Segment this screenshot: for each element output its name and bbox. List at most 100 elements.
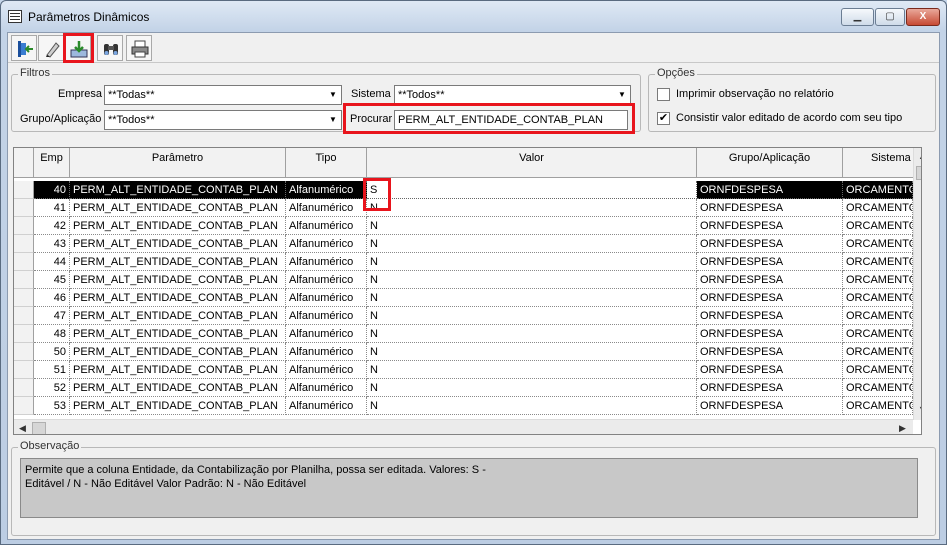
cell-tipo[interactable]: Alfanumérico <box>286 325 367 343</box>
cell-emp[interactable]: 50 <box>34 343 70 361</box>
cell-emp[interactable]: 45 <box>34 271 70 289</box>
cell-grupo-aplicacao[interactable]: ORNFDESPESA <box>697 235 843 253</box>
close-button[interactable]: X <box>906 8 940 26</box>
row-indicator[interactable] <box>14 307 34 325</box>
cell-sistema[interactable]: ORCAMENTO <box>843 397 913 415</box>
row-indicator[interactable] <box>14 397 34 415</box>
cell-sistema[interactable]: ORCAMENTO <box>843 343 913 361</box>
cell-valor[interactable]: N <box>367 379 697 397</box>
cell-valor[interactable]: S <box>367 181 697 199</box>
chevron-down-icon[interactable]: ▼ <box>326 112 340 128</box>
cell-parametro[interactable]: PERM_ALT_ENTIDADE_CONTAB_PLAN <box>70 307 286 325</box>
column-header-valor[interactable]: Valor <box>367 148 697 178</box>
row-indicator[interactable] <box>14 289 34 307</box>
cell-parametro[interactable]: PERM_ALT_ENTIDADE_CONTAB_PLAN <box>70 253 286 271</box>
cell-sistema[interactable]: ORCAMENTO <box>843 289 913 307</box>
cell-parametro[interactable]: PERM_ALT_ENTIDADE_CONTAB_PLAN <box>70 325 286 343</box>
cell-tipo[interactable]: Alfanumérico <box>286 379 367 397</box>
row-indicator[interactable] <box>14 253 34 271</box>
cell-grupo-aplicacao[interactable]: ORNFDESPESA <box>697 289 843 307</box>
row-indicator[interactable] <box>14 379 34 397</box>
cell-tipo[interactable]: Alfanumérico <box>286 253 367 271</box>
cell-tipo[interactable]: Alfanumérico <box>286 271 367 289</box>
table-row[interactable]: 52 PERM_ALT_ENTIDADE_CONTAB_PLAN Alfanumér… <box>14 379 913 397</box>
cell-emp[interactable]: 47 <box>34 307 70 325</box>
cell-sistema[interactable]: ORCAMENTO <box>843 271 913 289</box>
edit-button[interactable] <box>38 35 64 61</box>
cell-parametro[interactable]: PERM_ALT_ENTIDADE_CONTAB_PLAN <box>70 235 286 253</box>
cell-valor[interactable]: N <box>367 289 697 307</box>
table-row[interactable]: 41 PERM_ALT_ENTIDADE_CONTAB_PLAN Alfanumér… <box>14 199 913 217</box>
cell-grupo-aplicacao[interactable]: ORNFDESPESA <box>697 307 843 325</box>
column-header-emp[interactable]: Emp <box>34 148 70 178</box>
cell-valor[interactable]: N <box>367 199 697 217</box>
cell-grupo-aplicacao[interactable]: ORNFDESPESA <box>697 253 843 271</box>
cell-sistema[interactable]: ORCAMENTO <box>843 379 913 397</box>
cell-grupo-aplicacao[interactable]: ORNFDESPESA <box>697 199 843 217</box>
cell-grupo-aplicacao[interactable]: ORNFDESPESA <box>697 343 843 361</box>
cell-grupo-aplicacao[interactable]: ORNFDESPESA <box>697 271 843 289</box>
cell-valor[interactable]: N <box>367 325 697 343</box>
cell-parametro[interactable]: PERM_ALT_ENTIDADE_CONTAB_PLAN <box>70 217 286 235</box>
cell-sistema[interactable]: ORCAMENTO <box>843 325 913 343</box>
cell-valor[interactable]: N <box>367 253 697 271</box>
table-row[interactable]: 53 PERM_ALT_ENTIDADE_CONTAB_PLAN Alfanumér… <box>14 397 913 415</box>
cell-sistema[interactable]: ORCAMENTO <box>843 199 913 217</box>
search-button[interactable] <box>97 35 123 61</box>
cell-tipo[interactable]: Alfanumérico <box>286 181 367 199</box>
cell-valor[interactable]: N <box>367 397 697 415</box>
empresa-select[interactable]: **Todas** ▼ <box>104 85 342 105</box>
scroll-up-icon[interactable]: ▲ <box>914 148 921 165</box>
cell-parametro[interactable]: PERM_ALT_ENTIDADE_CONTAB_PLAN <box>70 181 286 199</box>
table-row[interactable]: 43 PERM_ALT_ENTIDADE_CONTAB_PLAN Alfanumér… <box>14 235 913 253</box>
exit-button[interactable] <box>11 35 37 61</box>
row-indicator[interactable] <box>14 361 34 379</box>
horizontal-scrollbar[interactable]: ◀ ▶ <box>14 419 913 434</box>
cell-sistema[interactable]: ORCAMENTO <box>843 217 913 235</box>
cell-tipo[interactable]: Alfanumérico <box>286 235 367 253</box>
column-header-tipo[interactable]: Tipo <box>286 148 367 178</box>
table-row[interactable]: 48 PERM_ALT_ENTIDADE_CONTAB_PLAN Alfanumér… <box>14 325 913 343</box>
cell-valor[interactable]: N <box>367 271 697 289</box>
cell-emp[interactable]: 51 <box>34 361 70 379</box>
consistir-valor-checkbox[interactable]: ✔ <box>657 112 670 125</box>
cell-emp[interactable]: 43 <box>34 235 70 253</box>
title-bar[interactable]: Parâmetros Dinâmicos ▁ ▢ X <box>1 1 946 31</box>
cell-emp[interactable]: 40 <box>34 181 70 199</box>
cell-valor[interactable]: N <box>367 235 697 253</box>
procurar-input[interactable]: PERM_ALT_ENTIDADE_CONTAB_PLAN <box>394 110 628 130</box>
column-header-parametro[interactable]: Parâmetro <box>70 148 286 178</box>
cell-parametro[interactable]: PERM_ALT_ENTIDADE_CONTAB_PLAN <box>70 343 286 361</box>
row-indicator[interactable] <box>14 343 34 361</box>
cell-grupo-aplicacao[interactable]: ORNFDESPESA <box>697 379 843 397</box>
cell-emp[interactable]: 52 <box>34 379 70 397</box>
row-indicator[interactable] <box>14 271 34 289</box>
cell-tipo[interactable]: Alfanumérico <box>286 199 367 217</box>
cell-emp[interactable]: 41 <box>34 199 70 217</box>
scroll-left-icon[interactable]: ◀ <box>14 420 31 434</box>
table-row[interactable]: 45 PERM_ALT_ENTIDADE_CONTAB_PLAN Alfanumér… <box>14 271 913 289</box>
chevron-down-icon[interactable]: ▼ <box>326 87 340 103</box>
cell-parametro[interactable]: PERM_ALT_ENTIDADE_CONTAB_PLAN <box>70 361 286 379</box>
cell-emp[interactable]: 42 <box>34 217 70 235</box>
table-row[interactable]: 50 PERM_ALT_ENTIDADE_CONTAB_PLAN Alfanumér… <box>14 343 913 361</box>
cell-sistema[interactable]: ORCAMENTO <box>843 307 913 325</box>
table-row[interactable]: 47 PERM_ALT_ENTIDADE_CONTAB_PLAN Alfanumér… <box>14 307 913 325</box>
imprimir-observacao-checkbox[interactable] <box>657 88 670 101</box>
cell-grupo-aplicacao[interactable]: ORNFDESPESA <box>697 181 843 199</box>
cell-grupo-aplicacao[interactable]: ORNFDESPESA <box>697 217 843 235</box>
cell-valor[interactable]: N <box>367 361 697 379</box>
cell-sistema[interactable]: ORCAMENTO <box>843 235 913 253</box>
table-row[interactable]: 46 PERM_ALT_ENTIDADE_CONTAB_PLAN Alfanumér… <box>14 289 913 307</box>
column-header-grupo-aplicacao[interactable]: Grupo/Aplicação <box>697 148 843 178</box>
cell-emp[interactable]: 44 <box>34 253 70 271</box>
row-indicator[interactable] <box>14 199 34 217</box>
row-indicator[interactable] <box>14 181 34 199</box>
cell-parametro[interactable]: PERM_ALT_ENTIDADE_CONTAB_PLAN <box>70 379 286 397</box>
vertical-scroll-thumb[interactable] <box>916 166 921 180</box>
print-button[interactable] <box>126 35 152 61</box>
row-indicator[interactable] <box>14 217 34 235</box>
chevron-down-icon[interactable]: ▼ <box>615 87 629 103</box>
cell-parametro[interactable]: PERM_ALT_ENTIDADE_CONTAB_PLAN <box>70 271 286 289</box>
cell-emp[interactable]: 46 <box>34 289 70 307</box>
